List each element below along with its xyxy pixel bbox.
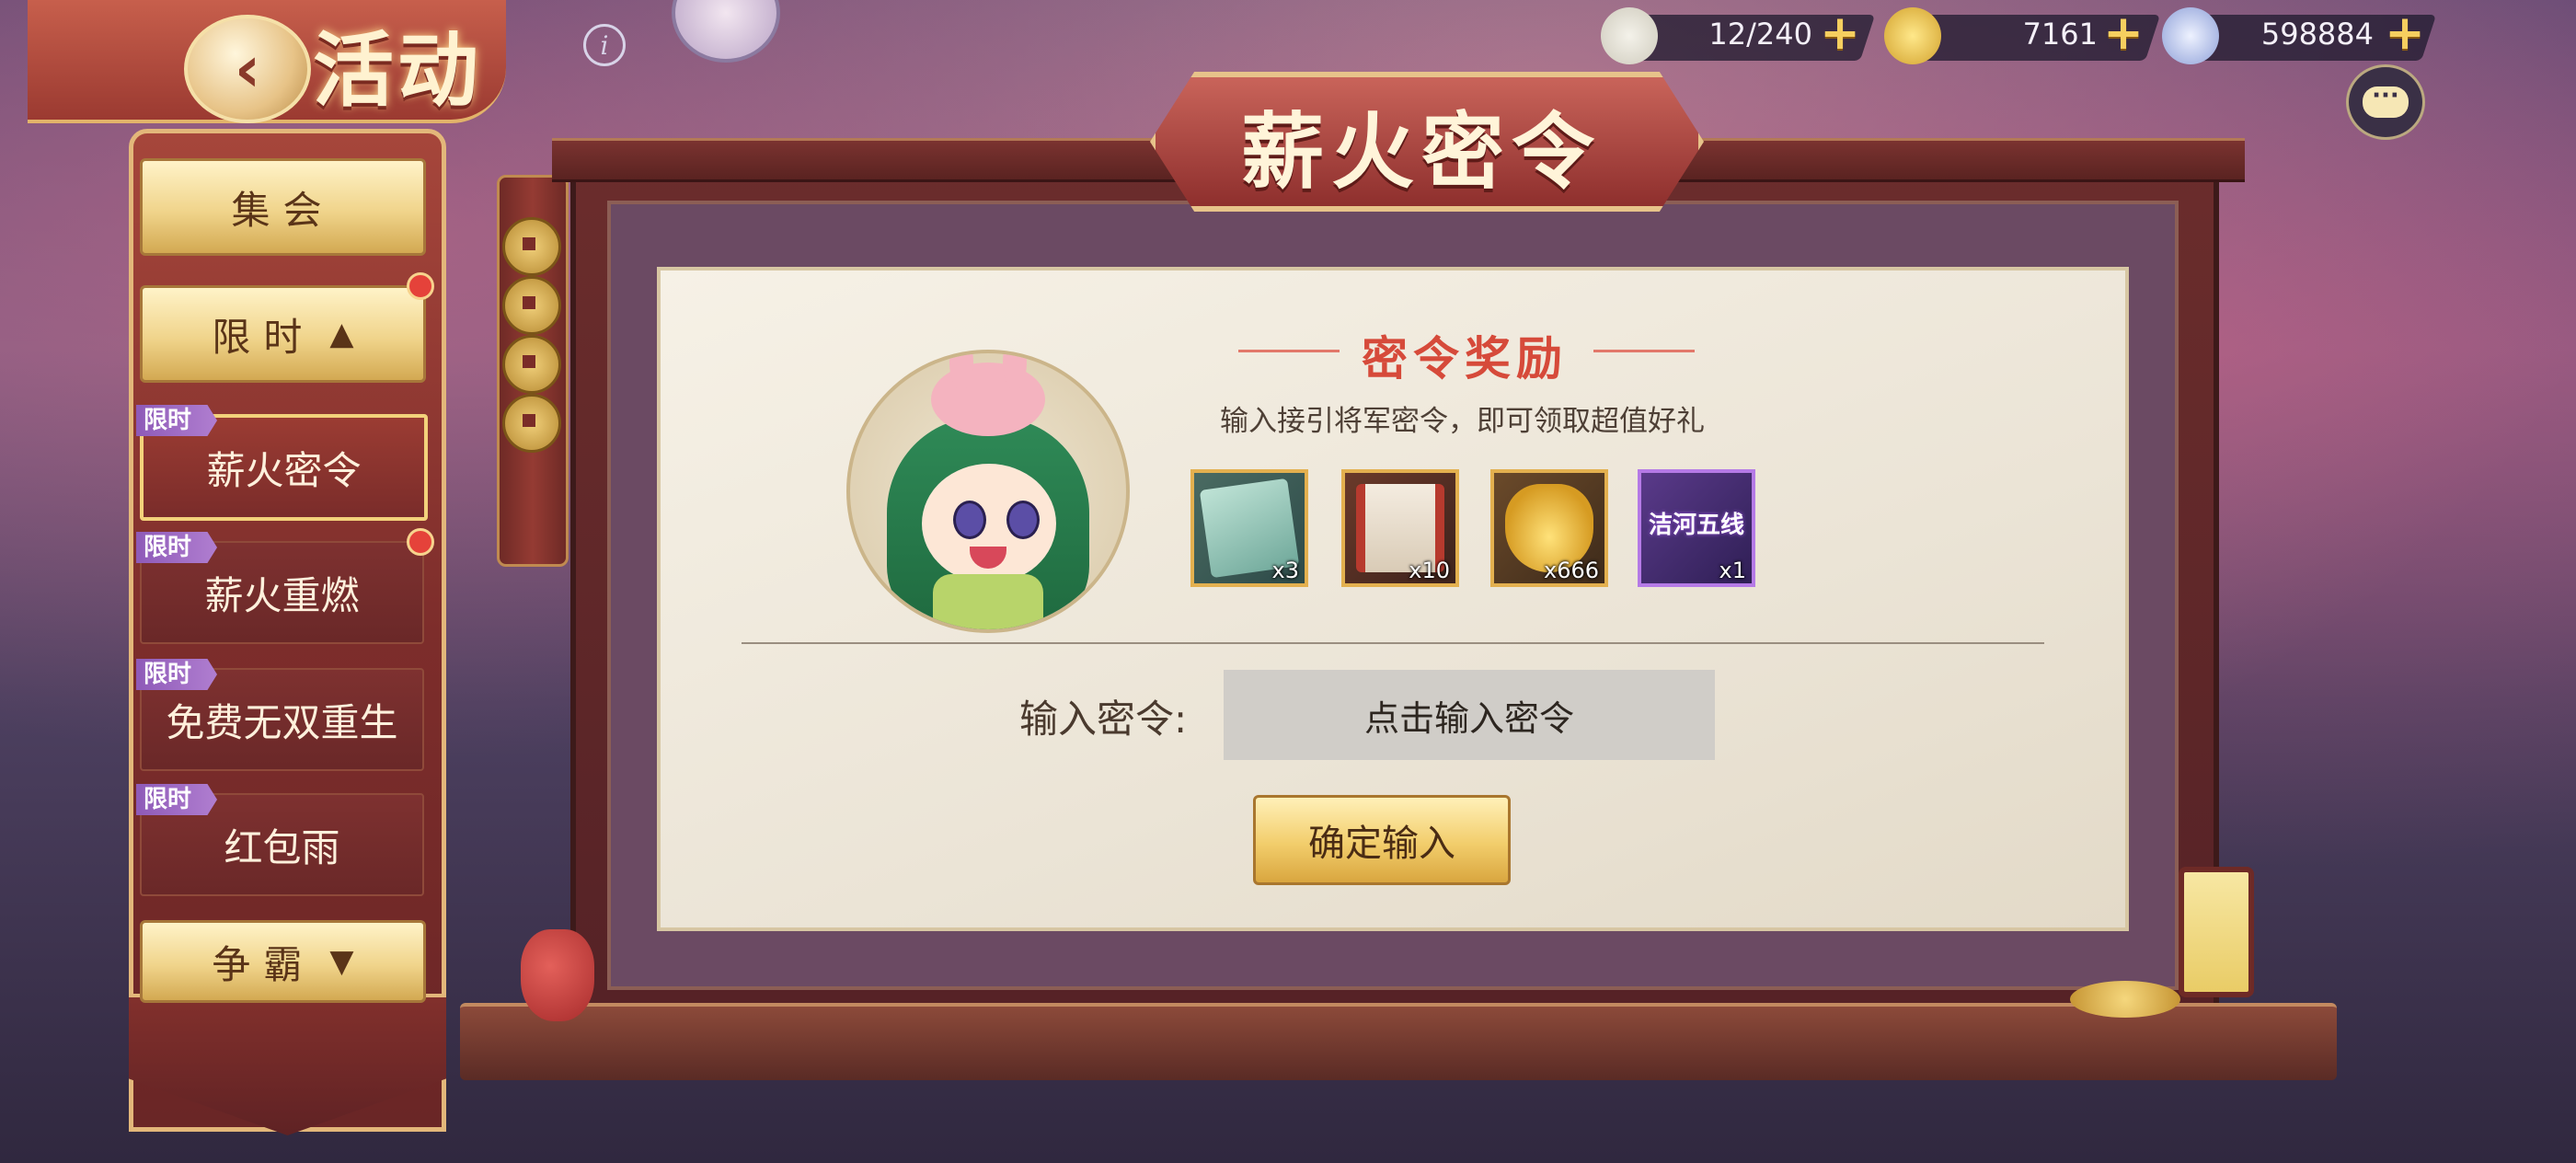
notification-dot — [407, 272, 434, 300]
coin-icon — [502, 335, 561, 394]
back-arrow-icon: ‹ — [234, 31, 261, 107]
stamina-value: 12/240 — [1708, 17, 1812, 52]
heading-ornament-left — [1238, 350, 1340, 352]
bunny-ear — [949, 353, 973, 390]
silver-value: 598884 — [2260, 17, 2374, 52]
chat-button[interactable]: ··· — [2346, 64, 2425, 140]
back-button[interactable]: ‹ — [184, 15, 311, 123]
gold-ingot-icon — [1884, 7, 1941, 64]
coin-icon — [502, 276, 561, 335]
add-stamina-button[interactable]: + — [1818, 9, 1862, 57]
reward-item-dragon-card[interactable]: x3 — [1190, 469, 1308, 587]
sidebar-section-limited[interactable]: 限时 ▲ — [140, 285, 426, 383]
heading-ornament-right — [1593, 350, 1695, 352]
reward-count: x10 — [1409, 558, 1450, 583]
reward-count: x666 — [1543, 558, 1599, 583]
code-input-placeholder: 点击输入密令 — [1363, 697, 1574, 739]
reward-item-gold-ingot[interactable]: x666 — [1490, 469, 1608, 587]
sidebar-item-label: 薪火重燃 — [204, 572, 360, 618]
divider — [742, 642, 2044, 644]
character-eye — [1006, 501, 1040, 539]
coin-icon — [502, 394, 561, 453]
title-badge-icon: 洁河五线 — [1648, 512, 1744, 539]
reward-count: x1 — [1719, 558, 1746, 583]
coin-icon — [502, 217, 561, 276]
sidebar-item-gathering[interactable]: 集会 — [140, 158, 426, 256]
sidebar-item-label: 红包雨 — [224, 824, 340, 870]
gold-value: 7161 — [2022, 17, 2098, 52]
bun-icon — [1601, 7, 1658, 64]
sidebar-item-label: 薪火密令 — [206, 447, 362, 493]
limited-tag: 限时 — [136, 784, 217, 815]
reward-subtitle: 输入接引将军密令，即可领取超值好礼 — [1220, 405, 1705, 438]
confirm-button-label: 确定输入 — [1308, 823, 1455, 865]
add-gold-button[interactable]: + — [2101, 9, 2145, 57]
sidebar-item-label: 集会 — [231, 187, 335, 233]
lantern-decoration — [2179, 867, 2254, 997]
sidebar-item-contend[interactable]: 争霸 ▼ — [140, 920, 426, 1003]
character-body — [933, 574, 1043, 629]
limited-tag: 限时 — [136, 659, 217, 690]
chevron-up-icon: ▲ — [329, 316, 354, 352]
info-icon[interactable]: i — [583, 24, 626, 66]
sidebar-item-label: 限时 — [212, 314, 316, 360]
code-input[interactable]: 点击输入密令 — [1224, 670, 1715, 760]
reward-heading: 密令奖励 — [1362, 331, 1568, 386]
page-title: 活动 — [313, 22, 483, 118]
confirm-button[interactable]: 确定输入 — [1253, 795, 1511, 885]
chevron-down-icon: ▼ — [329, 943, 354, 980]
character-eye — [953, 501, 986, 539]
bunny-ear — [1003, 353, 1027, 390]
sidebar-item-label: 争霸 — [212, 941, 316, 987]
chat-icon: ··· — [2363, 84, 2409, 118]
coin-icon — [2162, 7, 2219, 64]
add-silver-button[interactable]: + — [2383, 9, 2427, 57]
gold-coins-decoration — [2070, 981, 2180, 1018]
reward-count: x3 — [1271, 558, 1299, 583]
limited-tag: 限时 — [136, 405, 217, 436]
reward-item-scroll[interactable]: x10 — [1341, 469, 1459, 587]
limited-tag: 限时 — [136, 532, 217, 563]
sidebar-item-label: 免费无双重生 — [166, 699, 398, 745]
board-base — [460, 1003, 2337, 1080]
reward-item-title-badge[interactable]: 洁河五线 x1 — [1638, 469, 1755, 587]
panel-title: 薪火密令 — [1241, 103, 1602, 201]
notification-dot — [407, 528, 434, 556]
code-input-label: 输入密令: — [1019, 697, 1188, 742]
character-portrait — [846, 350, 1130, 633]
bunny-icon — [931, 353, 1045, 436]
lucky-bag-icon — [521, 929, 594, 1021]
